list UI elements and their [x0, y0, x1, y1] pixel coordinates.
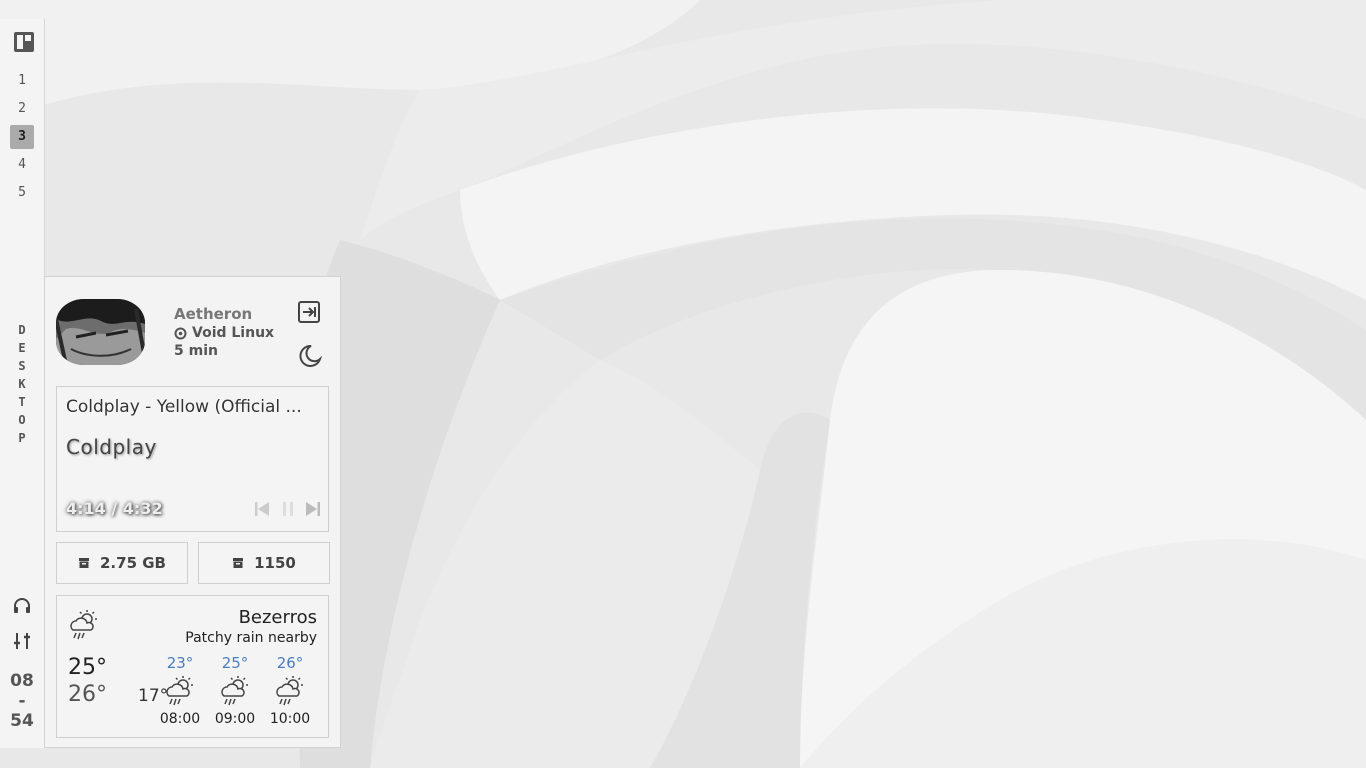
box-icon [79, 558, 89, 568]
desktop-label-char: S [18, 359, 26, 373]
weather-description: Patchy rain nearby [185, 630, 317, 646]
desktop-label-char: D [18, 323, 26, 337]
high-temperature: 26° [68, 682, 107, 707]
workspace-1[interactable]: 1 [10, 69, 34, 93]
workspace-2[interactable]: 2 [10, 97, 34, 121]
box-icon [233, 558, 244, 568]
desktop-label-char: O [18, 413, 26, 427]
clock-hour: 08 [10, 671, 34, 691]
desktop-label-char: E [18, 341, 26, 355]
memory-stat: 2.75 GB [56, 542, 188, 584]
rain-sun-icon [221, 676, 248, 706]
desktop-label: D E S K T O P [0, 321, 44, 447]
logout-button[interactable] [297, 300, 321, 324]
next-button[interactable] [304, 500, 322, 518]
track-title: Coldplay - Yellow (Official ... [66, 397, 302, 417]
rain-sun-icon [166, 676, 193, 706]
workspace-5[interactable]: 5 [10, 181, 34, 205]
pause-button[interactable] [279, 500, 297, 518]
clock-minute: 54 [10, 711, 34, 731]
user-info: Aetheron Void Linux 5 min [174, 305, 274, 360]
forecast-temp: 25° [221, 654, 249, 672]
packages-value: 1150 [254, 554, 296, 572]
uptime: 5 min [174, 343, 218, 359]
workspace-4[interactable]: 4 [10, 153, 34, 177]
workspace-3[interactable]: 3 [10, 125, 34, 149]
dashboard-panel: Aetheron Void Linux 5 min Coldplay - Yel… [44, 276, 341, 748]
track-time: 4:14 / 4:32 [66, 499, 163, 518]
os-info: Void Linux [174, 324, 274, 342]
memory-value: 2.75 GB [100, 554, 166, 572]
moon-icon[interactable] [297, 343, 323, 369]
packages-stat: 1150 [198, 542, 330, 584]
clock-separator: - [18, 691, 26, 711]
rain-sun-icon [70, 610, 97, 640]
headphones-icon[interactable] [12, 596, 32, 616]
previous-button[interactable] [253, 500, 271, 518]
forecast-item: 23° 08:00 [155, 654, 205, 728]
void-linux-icon [174, 327, 187, 339]
os-name: Void Linux [192, 325, 275, 341]
sliders-icon[interactable] [12, 631, 32, 651]
weather-city: Bezerros [238, 607, 317, 628]
layout-icon[interactable] [13, 31, 35, 53]
desktop-label-char: K [18, 377, 26, 391]
avatar [56, 299, 145, 365]
forecast-hour: 10:00 [269, 711, 311, 727]
track-artist: Coldplay [66, 435, 157, 459]
desktop-label-char: P [18, 431, 26, 445]
forecast-item: 25° 09:00 [210, 654, 260, 728]
desktop-label-char: T [18, 395, 26, 409]
media-player: Coldplay - Yellow (Official ... Coldplay… [56, 386, 329, 532]
left-bar: 1 2 3 4 5 D E S K T O P 08 - 54 [0, 19, 45, 748]
username: Aetheron [174, 305, 253, 323]
forecast-hour: 08:00 [159, 711, 201, 727]
clock: 08 - 54 [0, 671, 44, 731]
current-temperature: 25° [68, 655, 107, 680]
forecast-item: 26° 10:00 [265, 654, 315, 728]
forecast-temp: 26° [276, 654, 304, 672]
weather-widget: Bezerros Patchy rain nearby 25° 26° 17° … [56, 595, 329, 738]
forecast-hour: 09:00 [214, 711, 256, 727]
rain-sun-icon [276, 676, 303, 706]
forecast-temp: 23° [166, 654, 194, 672]
